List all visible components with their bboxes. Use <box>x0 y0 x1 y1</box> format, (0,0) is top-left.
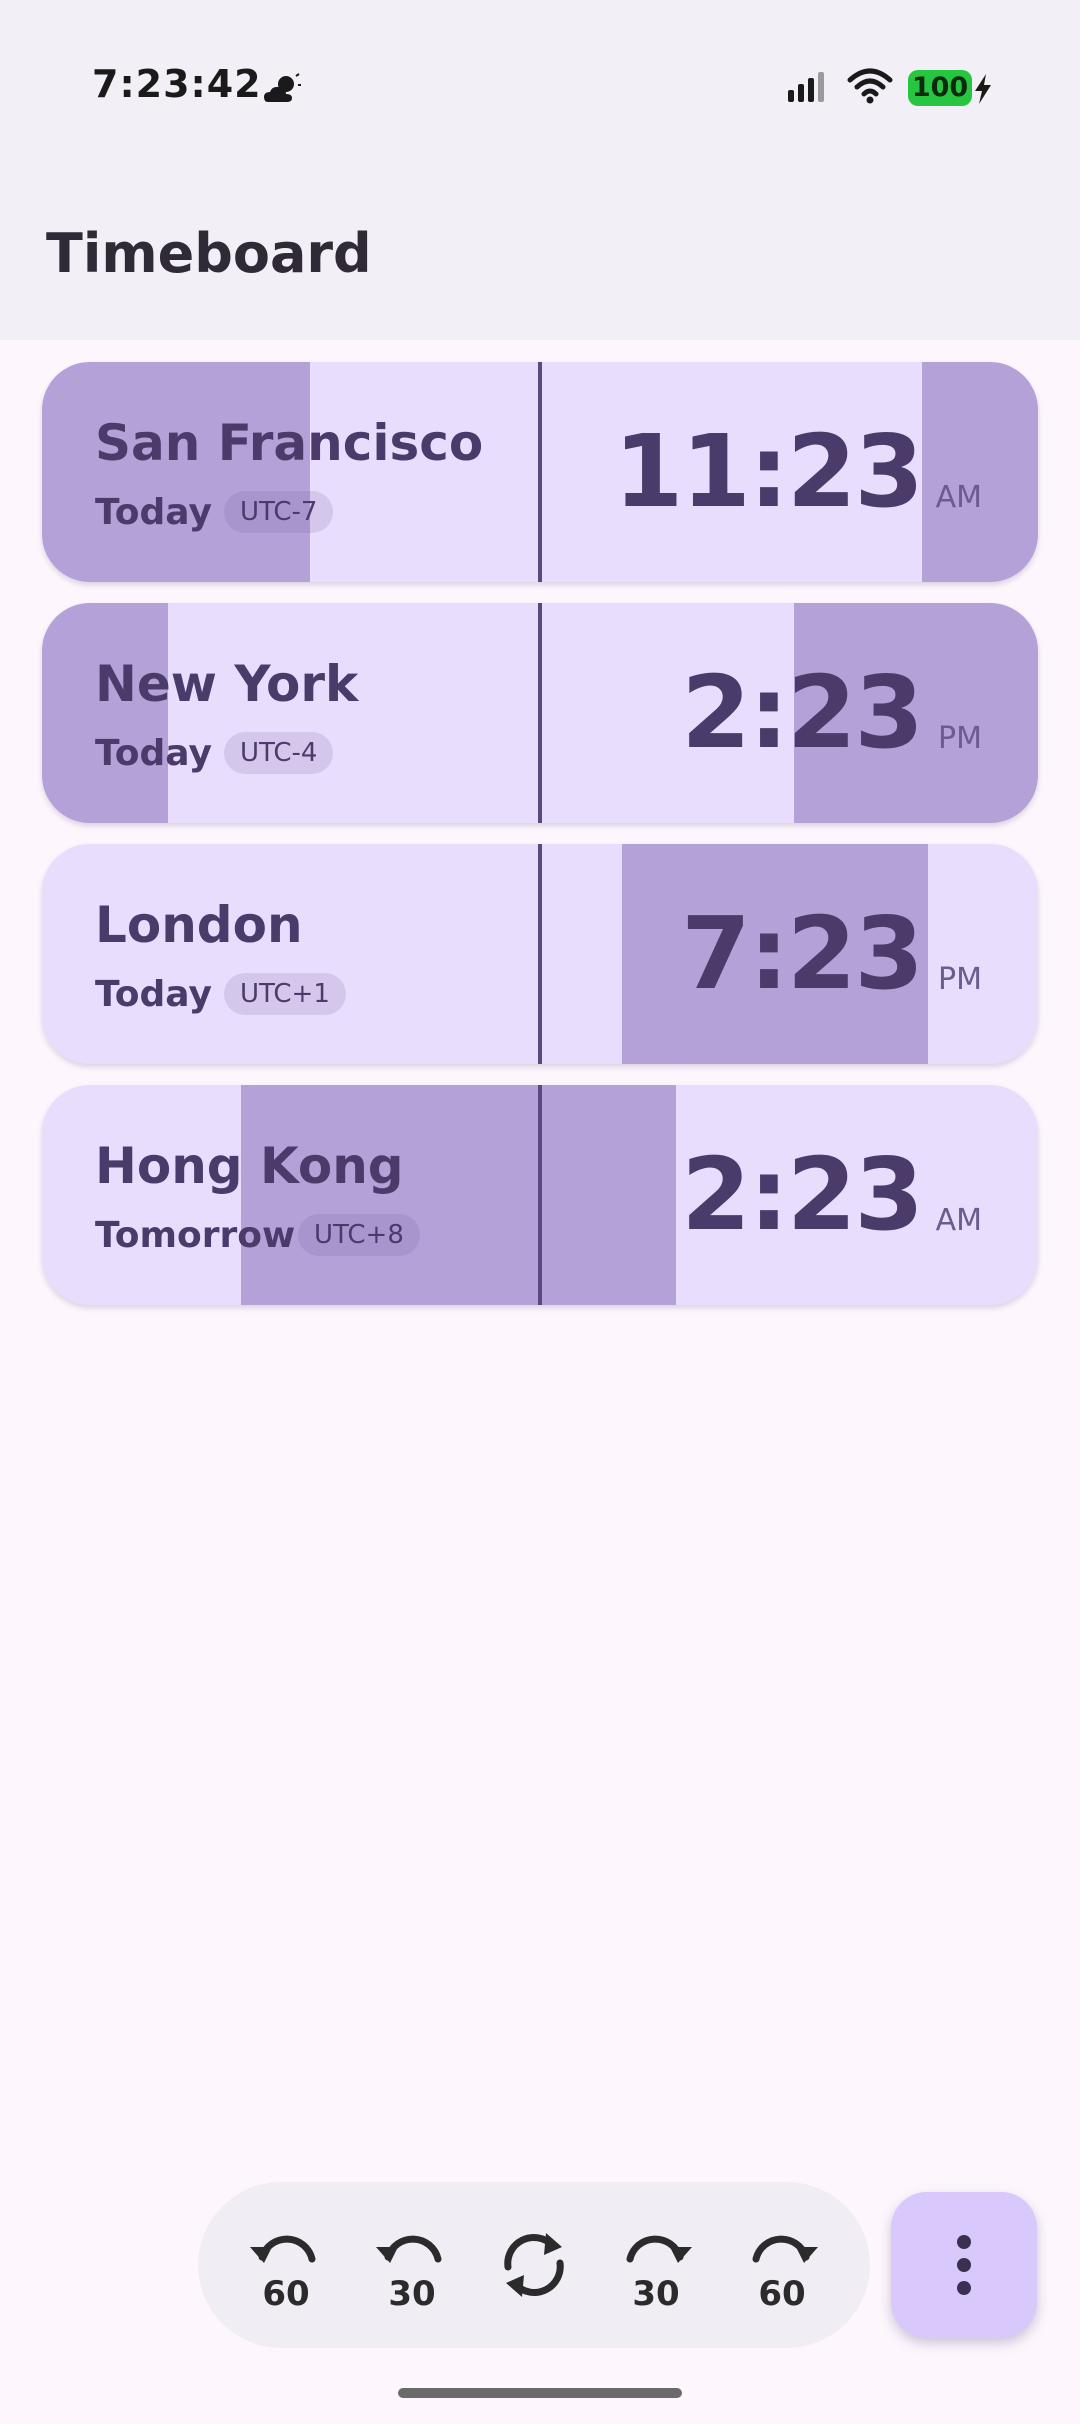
local-time: 2:23 <box>681 654 924 771</box>
signal-icon <box>788 72 824 102</box>
city-card-san-francisco[interactable]: San Francisco Today UTC-7 11:23 AM <box>42 362 1038 582</box>
city-name: London <box>95 896 303 954</box>
forward-60-button[interactable]: 60 <box>734 2217 830 2314</box>
day-label: Today <box>95 492 212 533</box>
day-label: Tomorrow <box>95 1215 296 1256</box>
local-time: 7:23 <box>681 895 924 1012</box>
forward-icon: 60 <box>752 2235 818 2314</box>
utc-offset-badge: UTC+8 <box>298 1214 420 1256</box>
city-card-hong-kong[interactable]: Hong Kong Tomorrow UTC+8 2:23 AM <box>42 1085 1038 1305</box>
forward-30-button[interactable]: 30 <box>608 2217 704 2314</box>
am-pm-label: PM <box>938 962 982 997</box>
day-label: Today <box>95 974 212 1015</box>
current-time-line <box>538 362 542 582</box>
status-time: 7:23:42 <box>92 62 262 106</box>
night-band <box>241 1085 676 1305</box>
utc-offset-badge: UTC-7 <box>224 491 334 533</box>
bolt-icon <box>975 74 991 104</box>
forward-30-label: 30 <box>632 2274 679 2313</box>
rewind-icon: 60 <box>250 2235 316 2314</box>
am-pm-label: AM <box>935 480 982 515</box>
am-pm-label: AM <box>935 1203 982 1238</box>
city-card-new-york[interactable]: New York Today UTC-4 2:23 PM <box>42 603 1038 823</box>
current-time-line <box>538 603 542 823</box>
timezone-list: San Francisco Today UTC-7 11:23 AM New Y… <box>42 362 1038 1326</box>
am-pm-label: PM <box>938 721 982 756</box>
battery-indicator: 100 <box>908 70 972 106</box>
more-options-button[interactable] <box>891 2192 1037 2338</box>
rewind-icon: 30 <box>376 2235 442 2314</box>
city-name: Hong Kong <box>95 1137 404 1195</box>
utc-offset-badge: UTC-4 <box>224 732 334 774</box>
current-time-line <box>538 1085 542 1305</box>
night-band <box>42 603 168 823</box>
local-time: 11:23 <box>613 413 924 530</box>
back-30-label: 30 <box>388 2274 435 2313</box>
local-time: 2:23 <box>681 1136 924 1253</box>
wifi-icon <box>847 68 893 104</box>
city-name: New York <box>95 655 359 713</box>
back-60-button[interactable]: 60 <box>238 2217 334 2314</box>
top-app-bar: 7:23:42 100 Timeboard <box>0 0 1080 340</box>
time-shift-toolbar: 60 30 30 60 <box>198 2182 870 2348</box>
home-indicator[interactable] <box>398 2388 682 2398</box>
city-name: San Francisco <box>95 414 484 472</box>
page-title: Timeboard <box>46 222 372 285</box>
current-time-line <box>538 844 542 1064</box>
back-60-label: 60 <box>262 2274 309 2313</box>
city-card-london[interactable]: London Today UTC+1 7:23 PM <box>42 844 1038 1064</box>
partly-cloudy-night-icon <box>264 73 301 102</box>
day-label: Today <box>95 733 212 774</box>
utc-offset-badge: UTC+1 <box>224 973 346 1015</box>
reset-time-button[interactable] <box>486 2217 582 2313</box>
back-30-button[interactable]: 30 <box>364 2217 460 2314</box>
night-band <box>922 362 1038 582</box>
night-band <box>42 362 310 582</box>
sync-icon <box>504 2233 564 2297</box>
forward-60-label: 60 <box>758 2274 805 2313</box>
more-vertical-icon <box>957 2235 971 2295</box>
forward-icon: 30 <box>626 2235 692 2314</box>
